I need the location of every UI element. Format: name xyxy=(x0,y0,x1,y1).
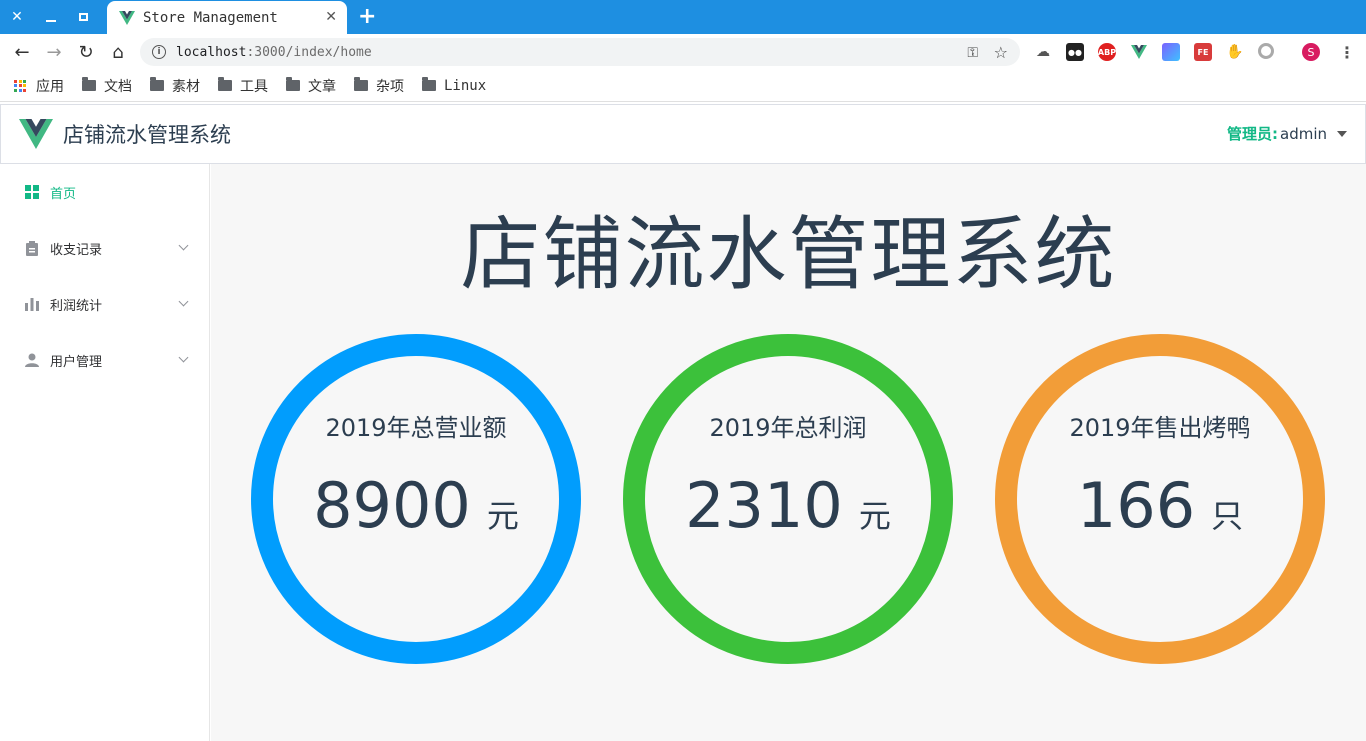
bar-chart-icon xyxy=(24,296,40,312)
folder-icon xyxy=(82,77,96,91)
sidebar-item-home[interactable]: 首页 xyxy=(0,164,209,220)
browser-menu-icon[interactable]: ⋮ xyxy=(1338,43,1356,62)
reload-icon[interactable]: ↻ xyxy=(74,40,98,64)
stat-circle-ducks-sold: 2019年售出烤鸭 166 只 xyxy=(995,334,1325,664)
app-header: 店铺流水管理系统 管理员: admin xyxy=(0,104,1366,164)
main-content: 店铺流水管理系统 2019年总营业额 8900 元 2019年总利润 2310 … xyxy=(211,164,1366,741)
bookmarks-bar: 应用 文档 素材 工具 文章 杂项 Linux xyxy=(0,70,1366,102)
caret-down-icon xyxy=(1337,130,1347,137)
extension-gradient-icon[interactable] xyxy=(1162,43,1180,61)
stat-value: 2310 xyxy=(685,469,843,542)
bookmark-folder-assets[interactable]: 素材 xyxy=(150,76,200,96)
vue-logo-icon xyxy=(19,119,53,149)
clipboard-icon xyxy=(24,240,40,256)
sidebar-menu: 首页 收支记录 利润统计 用户管理 xyxy=(0,164,210,741)
bookmark-folder-tools[interactable]: 工具 xyxy=(218,76,268,96)
forward-icon[interactable]: → xyxy=(42,40,66,64)
sidebar-item-label: 用户管理 xyxy=(50,354,103,370)
site-info-icon[interactable]: i xyxy=(152,45,166,59)
app-title: 店铺流水管理系统 xyxy=(63,123,231,147)
stat-label: 2019年售出烤鸭 xyxy=(1069,414,1251,442)
page-title: 店铺流水管理系统 xyxy=(460,208,1117,301)
vue-favicon-icon xyxy=(119,10,135,25)
tab-close-icon[interactable]: ✕ xyxy=(325,9,337,25)
window-minimize-icon[interactable] xyxy=(40,6,62,28)
bookmark-folder-linux[interactable]: Linux xyxy=(422,77,486,94)
sidebar-item-profit[interactable]: 利润统计 xyxy=(0,276,209,332)
bookmark-folder-misc[interactable]: 杂项 xyxy=(354,76,404,96)
chevron-down-icon xyxy=(178,352,189,363)
profile-avatar[interactable]: S xyxy=(1302,43,1320,61)
new-tab-icon[interactable]: + xyxy=(358,4,376,29)
folder-icon xyxy=(218,77,232,91)
stat-label: 2019年总利润 xyxy=(709,414,867,442)
extension-abp-icon[interactable]: ABP xyxy=(1098,43,1116,61)
bookmark-folder-articles[interactable]: 文章 xyxy=(286,76,336,96)
browser-toolbar: ← → ↻ ⌂ i localhost:3000/index/home ⚿ ☆ … xyxy=(0,34,1366,70)
extension-fe-icon[interactable]: FE xyxy=(1194,43,1212,61)
chevron-down-icon xyxy=(178,296,189,307)
bookmark-folder-docs[interactable]: 文档 xyxy=(82,76,132,96)
browser-tab[interactable]: Store Management ✕ xyxy=(107,1,347,34)
bookmark-apps[interactable]: 应用 xyxy=(14,76,64,96)
stat-label: 2019年总营业额 xyxy=(325,414,507,442)
user-name: admin xyxy=(1280,124,1327,143)
apps-grid-icon xyxy=(14,79,26,92)
home-icon[interactable]: ⌂ xyxy=(106,40,130,64)
user-role-label: 管理员: xyxy=(1227,125,1278,143)
user-icon xyxy=(24,352,40,368)
folder-icon xyxy=(286,77,300,91)
url-text: localhost:3000/index/home xyxy=(176,44,372,60)
sidebar-item-records[interactable]: 收支记录 xyxy=(0,220,209,276)
folder-icon xyxy=(354,77,368,91)
browser-tab-bar: ✕ Store Management ✕ + xyxy=(0,0,1366,34)
stat-unit: 元 xyxy=(486,497,519,535)
extension-cloud-icon[interactable]: ☁ xyxy=(1034,43,1052,61)
stat-unit: 元 xyxy=(858,497,891,535)
sidebar-item-label: 利润统计 xyxy=(50,298,103,314)
sidebar-item-users[interactable]: 用户管理 xyxy=(0,332,209,388)
folder-icon xyxy=(150,77,164,91)
stat-circle-profit: 2019年总利润 2310 元 xyxy=(623,334,953,664)
extension-tampermonkey-icon[interactable]: ●● xyxy=(1066,43,1084,61)
folder-icon xyxy=(422,77,436,91)
chevron-down-icon xyxy=(178,240,189,251)
back-icon[interactable]: ← xyxy=(10,40,34,64)
tab-title: Store Management xyxy=(143,9,278,26)
bookmark-star-icon[interactable]: ☆ xyxy=(994,43,1008,62)
sidebar-item-label: 首页 xyxy=(50,186,77,202)
extension-search-icon[interactable] xyxy=(1258,43,1274,59)
sidebar-item-label: 收支记录 xyxy=(50,242,103,258)
stat-circle-revenue: 2019年总营业额 8900 元 xyxy=(251,334,581,664)
extension-gnome-icon[interactable]: ✋ xyxy=(1226,43,1244,61)
window-close-icon[interactable]: ✕ xyxy=(6,6,28,28)
extension-vue-devtools-icon[interactable] xyxy=(1130,43,1148,61)
stat-unit: 只 xyxy=(1211,497,1244,535)
user-dropdown[interactable]: 管理员: admin xyxy=(1227,123,1347,144)
stat-value: 166 xyxy=(1076,469,1196,542)
stat-value: 8900 xyxy=(313,469,471,542)
key-icon[interactable]: ⚿ xyxy=(967,45,978,61)
dashboard-icon xyxy=(24,184,40,200)
address-bar[interactable]: i localhost:3000/index/home ⚿ ☆ xyxy=(140,38,1020,66)
window-restore-icon[interactable] xyxy=(72,6,94,28)
